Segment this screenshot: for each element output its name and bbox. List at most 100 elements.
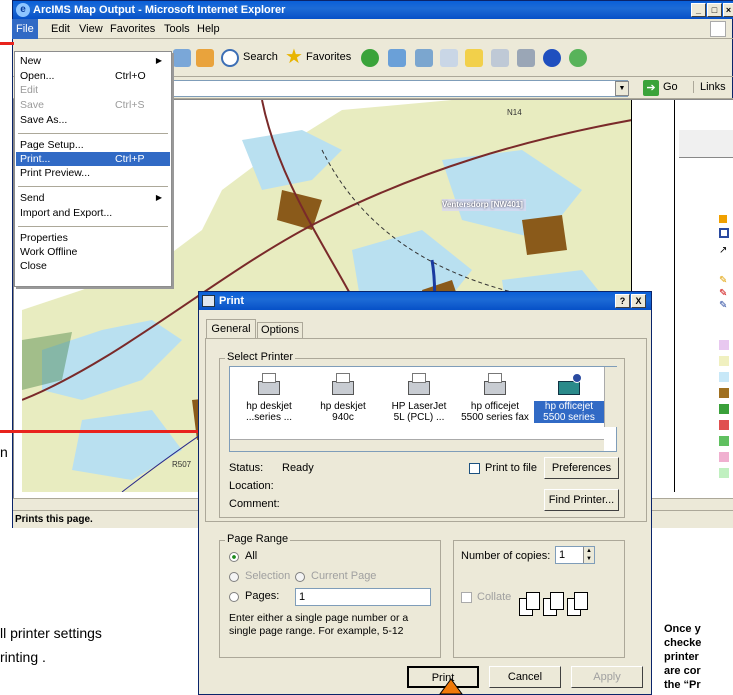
go-arrow-icon[interactable]: ➔ (643, 80, 659, 96)
caption-fragment: ll printer settings (0, 625, 102, 641)
tool-icon[interactable]: ✎ (719, 275, 727, 286)
collate-label: Collate (477, 591, 512, 603)
menu-separator (18, 133, 168, 134)
menu-item-properties[interactable]: Properties (16, 231, 170, 245)
favorites-button[interactable]: Favorites (306, 51, 351, 63)
tool-icon[interactable]: ✎ (719, 300, 727, 311)
printer-item-selected[interactable]: hp officejet 5500 series (534, 371, 604, 423)
map-label-road: R507 (172, 460, 192, 469)
menu-item-open[interactable]: Open... Ctrl+O (16, 69, 170, 83)
menu-item-print-preview[interactable]: Print Preview... (16, 166, 170, 180)
select-printer-label: Select Printer (225, 351, 296, 363)
layer-icon[interactable] (719, 215, 727, 223)
printer-item[interactable]: hp officejet 5500 series fax (460, 371, 530, 423)
menu-item-page-setup[interactable]: Page Setup... (16, 138, 170, 152)
select-icon[interactable] (719, 228, 729, 238)
menu-item-send[interactable]: Send ▶ (16, 191, 170, 205)
copies-spinner[interactable]: ▲ ▼ (583, 547, 594, 563)
legend-swatch (719, 452, 729, 462)
home-icon[interactable] (196, 49, 214, 67)
menu-item-save-as[interactable]: Save As... (16, 113, 170, 127)
page-range-label: Page Range (225, 533, 291, 545)
go-button[interactable]: Go (663, 81, 678, 93)
menu-edit[interactable]: Edit (51, 19, 70, 39)
printer-list-vscroll[interactable] (604, 367, 617, 427)
menu-favorites[interactable]: Favorites (110, 19, 155, 39)
print-to-file-checkbox[interactable] (469, 463, 480, 474)
favorites-star-icon[interactable]: ★ (285, 47, 303, 67)
caption-fragment: checke (664, 637, 702, 649)
menu-tools[interactable]: Tools (164, 19, 190, 39)
all-radio[interactable] (229, 552, 239, 562)
messenger-icon[interactable] (517, 49, 535, 67)
mail-icon[interactable] (415, 49, 433, 67)
selection-label: Selection (245, 570, 291, 582)
menu-item-work-offline[interactable]: Work Offline (16, 245, 170, 259)
search-button[interactable]: Search (243, 51, 278, 63)
links-button[interactable]: Links (693, 81, 726, 93)
menu-view[interactable]: View (79, 19, 103, 39)
pages-label: Pages: (245, 590, 280, 602)
printer-icon (330, 371, 356, 399)
status-value: Ready (282, 462, 314, 474)
find-printer-button[interactable]: Find Printer... (544, 489, 619, 511)
tab-general[interactable]: General (206, 319, 256, 339)
menu-help[interactable]: Help (197, 19, 220, 39)
menu-bar: File Edit View Favorites Tools Help (12, 19, 733, 39)
comment-label: Comment: (229, 498, 280, 510)
edit-icon[interactable] (465, 49, 483, 67)
help-button[interactable]: ? (615, 294, 630, 308)
legend-swatch (719, 356, 729, 366)
media-icon[interactable] (361, 49, 379, 67)
ie-logo-icon: e (16, 3, 30, 17)
selection-radio (229, 572, 239, 582)
print-toolbar-icon[interactable] (440, 49, 458, 67)
search-icon[interactable] (221, 49, 239, 67)
pages-radio[interactable] (229, 592, 239, 602)
menu-item-close[interactable]: Close (16, 259, 170, 273)
printer-item[interactable]: HP LaserJet 5L (PCL) ... (384, 371, 454, 423)
tool-icon[interactable]: ✎ (719, 288, 727, 299)
tab-options[interactable]: Options (257, 322, 303, 339)
legend-swatch (719, 420, 729, 430)
close-button[interactable]: × (723, 3, 733, 17)
window-title: ArcIMS Map Output - Microsoft Internet E… (33, 4, 286, 16)
printer-item[interactable]: hp deskjet 940c (308, 371, 378, 423)
caption-fragment: are cor (664, 665, 701, 677)
msn-icon[interactable] (569, 49, 587, 67)
printer-list[interactable]: hp deskjet ...series ... hp deskjet 940c H… (229, 366, 617, 452)
maximize-button[interactable]: □ (707, 3, 722, 17)
copies-label: Number of copies: (461, 550, 551, 562)
menu-item-new[interactable]: New ▶ (16, 54, 170, 68)
minimize-button[interactable]: _ (691, 3, 706, 17)
discuss-icon[interactable] (491, 49, 509, 67)
legend-swatch (719, 404, 729, 414)
print-dialog: Print ? X General Options Select Printer… (198, 291, 652, 695)
cancel-button[interactable]: Cancel (489, 666, 561, 688)
panel-header (679, 130, 733, 158)
map-label-town: Ventersdorp [NW401] (442, 200, 523, 209)
dialog-close-button[interactable]: X (631, 294, 646, 308)
windows-logo-icon (710, 21, 726, 37)
preferences-button[interactable]: Preferences (544, 457, 619, 479)
address-input[interactable] (171, 80, 628, 97)
menu-item-import-export[interactable]: Import and Export... (16, 206, 170, 220)
all-label: All (245, 550, 258, 562)
location-label: Location: (229, 480, 274, 492)
menu-file[interactable]: File (12, 19, 38, 39)
legend-swatch (719, 372, 729, 382)
pointer-icon[interactable]: ↗ (719, 245, 727, 256)
printer-list-hscroll[interactable] (230, 439, 604, 451)
refresh-icon[interactable] (173, 49, 191, 67)
history-icon[interactable] (388, 49, 406, 67)
menu-separator (18, 226, 168, 227)
pages-input[interactable]: 1 (295, 588, 431, 606)
menu-separator (18, 186, 168, 187)
legend-swatch (719, 468, 729, 478)
page-range-hint: Enter either a single page number or a s… (229, 612, 409, 637)
bluetooth-icon[interactable] (543, 49, 561, 67)
address-dropdown-button[interactable]: ▼ (615, 81, 629, 96)
print-dialog-title-bar: Print ? X (199, 292, 651, 310)
printer-item[interactable]: hp deskjet ...series ... (234, 371, 304, 423)
menu-item-print[interactable]: Print... Ctrl+P (16, 152, 170, 166)
